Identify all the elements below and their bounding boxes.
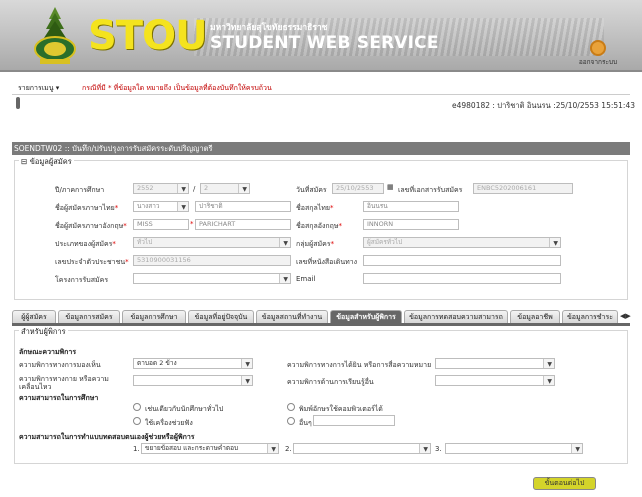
book-no-label: เลขที่หนังสือเดินทาง [296,258,358,266]
study-opt3-radio[interactable] [133,417,141,425]
tab-payment[interactable]: ข้อมูลการชำระ [562,310,618,324]
page-title: SOENDTW02 :: บันทึก/ปรับปรุงการรับสมัครร… [12,142,630,155]
tab-workplace[interactable]: ข้อมูลสถานที่ทำงาน [256,310,328,324]
surname-th-input[interactable]: อินนรน [363,201,459,212]
scroll-handle[interactable] [16,97,20,109]
exam2-select[interactable]: ▼ [293,443,431,454]
exam1-select[interactable]: ขยายข้อสอบ และกระดาษคำตอบ ▼ [141,443,279,454]
power-icon [590,40,606,56]
term-select[interactable]: 2 ▼ [200,183,250,194]
app-header: STOU มหาวิทยาลัยสุโขทัยธรรมาธิราช STUDEN… [0,0,642,72]
exam3-select[interactable]: ▼ [445,443,583,454]
exam2-number: 2. [285,445,292,453]
prefix-en-input[interactable]: MISS [133,219,189,230]
study-opt4-label: อื่นๆ [299,419,312,427]
apply-date-input[interactable]: 25/10/2553 [332,183,384,194]
body-select[interactable]: ▼ [133,375,253,386]
doc-no-label: เลขที่เอกสารรับสมัคร [398,186,463,194]
learn-label: ความพิการด้านการเรียนรู้อื่น [287,378,374,386]
year-select[interactable]: 2552 ▼ [133,183,189,194]
tab-occupation[interactable]: ข้อมูลอาชีพ [510,310,560,324]
required-notice: กรณีที่มี * ที่ข้อมูลใด หมายถึง เป็นข้อม… [82,84,272,92]
study-other-input[interactable] [313,415,395,426]
tab-scroll-arrows[interactable]: ◀▶ [620,312,631,320]
idcard-input[interactable]: 5310900031156 [133,255,291,266]
nature-header: ลักษณะความพิการ [19,348,77,356]
tab-education[interactable]: ข้อมูลการศึกษา [122,310,186,324]
tab-address[interactable]: ข้อมูลที่อยู่ปัจจุบัน [188,310,254,324]
tab-bar: ผู้ผู้สมัคร ข้อมูลการสมัคร ข้อมูลการศึกษ… [12,310,631,324]
doc-no-input[interactable]: ENBC5202006161 [473,183,573,194]
hear-select[interactable]: ▼ [435,358,555,369]
menu-bar: รายการเมนู ▾ กรณีที่มี * ที่ข้อมูลใด หมา… [12,82,630,95]
exam-header: ความสามารถในการทำแบบทดสอบตนเองผู้ช่วยหรื… [19,433,195,441]
prefix-th-select[interactable]: นางสาว ▼ [133,201,189,212]
learn-select[interactable]: ▼ [435,375,555,386]
chevron-down-icon: ▾ [55,84,60,92]
year-label: ปี/ภาคการศึกษา [55,186,105,194]
prefix-en-required: * [190,220,194,228]
see-label: ความพิการทางการมองเห็น [19,361,101,369]
apply-date-label: วันที่สมัคร [296,186,327,194]
email-input[interactable] [363,273,561,284]
logout-label: ออกจากระบบ [578,58,618,66]
see-select[interactable]: ตาบอด 2 ข้าง ▼ [133,358,253,369]
hear-label: ความพิการทางการได้ยิน หรือการสื่อความหมา… [287,361,432,369]
service-title: STUDENT WEB SERVICE [210,33,439,53]
disabled-legend: สำหรับผู้พิการ [19,326,68,338]
applicant-fieldset: ⊟ ข้อมูลผู้สมัคร ปี/ภาคการศึกษา 2552 ▼ / … [14,156,628,300]
university-emblem-icon [34,7,76,64]
logout-button[interactable]: ออกจากระบบ [578,40,618,67]
name-en-label: ชื่อผู้สมัครภาษาอังกฤษ* [55,222,127,230]
tab-application[interactable]: ข้อมูลการสมัคร [58,310,120,324]
brand-logo: STOU [88,13,208,59]
next-step-button[interactable]: ขั้นตอนต่อไป [533,477,596,490]
applicant-legend[interactable]: ⊟ ข้อมูลผู้สมัคร [19,156,74,168]
exam1-number: 1. [133,445,140,453]
calendar-icon[interactable]: ▦ [387,183,394,191]
study-opt2-label: พิมพ์อักษรใช้คอมพิวเตอร์ได้ [299,405,383,413]
group-label: กลุ่มผู้สมัคร* [296,240,335,248]
surname-en-input[interactable]: INNORN [363,219,459,230]
surname-th-label: ชื่อสกุลไทย* [296,204,334,212]
surname-en-label: ชื่อสกุลอังกฤษ* [296,222,342,230]
tab-underline [12,323,630,326]
book-no-input[interactable] [363,255,561,266]
email-label: Email [296,275,316,283]
applicant-group-select[interactable]: ผู้สมัครทั่วไป ▼ [363,237,561,248]
name-en-input[interactable]: PARICHART [195,219,291,230]
year-term-separator: / [193,185,196,193]
university-name: มหาวิทยาลัยสุโขทัยธรรมาธิราช [210,23,328,33]
collapse-icon: ⊟ [21,157,28,166]
study-opt2-radio[interactable] [287,403,295,411]
applicant-type-select[interactable]: ทั่วไป ▼ [133,237,291,248]
study-opt4-radio[interactable] [287,417,295,425]
project-label: โครงการรับสมัคร [55,276,109,284]
project-select[interactable]: ▼ [133,273,291,284]
study-header: ความสามารถในการศึกษา [19,394,99,402]
idcard-label: เลขประจำตัวประชาชน* [55,258,129,266]
user-session-info: e4980182 : ปาริชาติ อินนรน :25/10/2553 1… [452,101,635,110]
study-opt1-radio[interactable] [133,403,141,411]
study-opt3-label: ใช้เครื่องช่วยฟัง [145,419,193,427]
applicant-legend-text: ข้อมูลผู้สมัคร [29,157,72,166]
name-th-input[interactable]: ปาริชาติ [195,201,291,212]
disabled-fieldset: สำหรับผู้พิการ ลักษณะความพิการ ความพิการ… [14,326,628,464]
main-menu-dropdown[interactable]: รายการเมนู ▾ [18,83,59,94]
name-th-label: ชื่อผู้สมัครภาษาไทย* [55,204,119,212]
menu-label: รายการเมนู [18,84,54,92]
tab-ability-test[interactable]: ข้อมูลการทดสอบความสามารถ [404,310,508,324]
type-label: ประเภทของผู้สมัคร* [55,240,116,248]
exam3-number: 3. [435,445,442,453]
study-opt1-label: เช่นเดียวกับนักศึกษาทั่วไป [145,405,224,413]
tab-applicant[interactable]: ผู้ผู้สมัคร [12,310,56,324]
tab-disabled[interactable]: ข้อมูลสำหรับผู้พิการ [330,310,402,324]
body-label: ความพิการทางกาย หรือความเคลื่อนไหว [19,375,109,391]
